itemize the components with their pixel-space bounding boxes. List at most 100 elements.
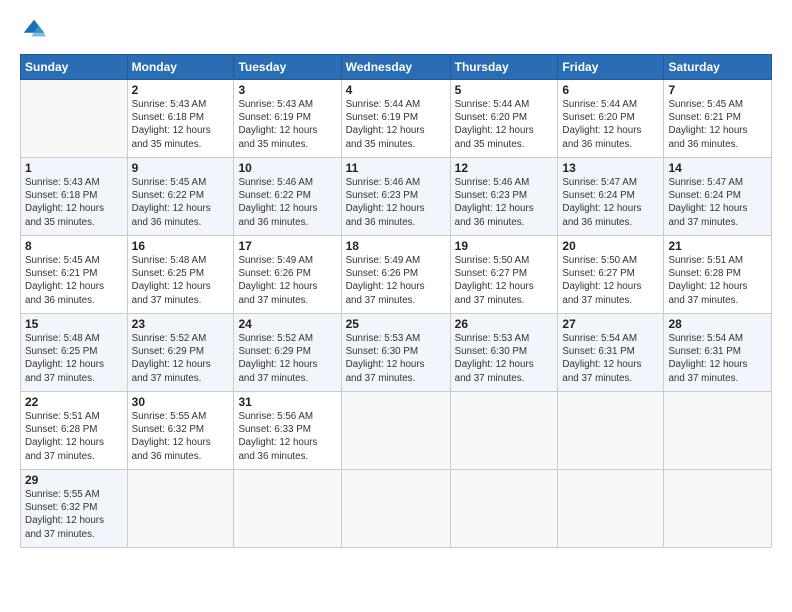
calendar-cell bbox=[558, 470, 664, 548]
day-info: Sunrise: 5:54 AM Sunset: 6:31 PM Dayligh… bbox=[562, 332, 659, 385]
day-number: 5 bbox=[455, 83, 554, 97]
day-info: Sunrise: 5:44 AM Sunset: 6:20 PM Dayligh… bbox=[455, 98, 554, 151]
day-info: Sunrise: 5:48 AM Sunset: 6:25 PM Dayligh… bbox=[132, 254, 230, 307]
calendar-table: SundayMondayTuesdayWednesdayThursdayFrid… bbox=[20, 54, 772, 548]
logo bbox=[20, 16, 52, 44]
day-number: 27 bbox=[562, 317, 659, 331]
day-number: 7 bbox=[668, 83, 767, 97]
calendar-cell: 27Sunrise: 5:54 AM Sunset: 6:31 PM Dayli… bbox=[558, 314, 664, 392]
day-info: Sunrise: 5:49 AM Sunset: 6:26 PM Dayligh… bbox=[346, 254, 446, 307]
calendar-cell: 24Sunrise: 5:52 AM Sunset: 6:29 PM Dayli… bbox=[234, 314, 341, 392]
calendar-header-tuesday: Tuesday bbox=[234, 55, 341, 80]
calendar-cell bbox=[21, 80, 128, 158]
calendar-week-4: 15Sunrise: 5:48 AM Sunset: 6:25 PM Dayli… bbox=[21, 314, 772, 392]
day-info: Sunrise: 5:43 AM Sunset: 6:18 PM Dayligh… bbox=[25, 176, 123, 229]
day-number: 16 bbox=[132, 239, 230, 253]
calendar-cell bbox=[450, 470, 558, 548]
calendar-cell: 26Sunrise: 5:53 AM Sunset: 6:30 PM Dayli… bbox=[450, 314, 558, 392]
day-info: Sunrise: 5:44 AM Sunset: 6:19 PM Dayligh… bbox=[346, 98, 446, 151]
logo-icon bbox=[20, 16, 48, 44]
calendar-week-1: 2Sunrise: 5:43 AM Sunset: 6:18 PM Daylig… bbox=[21, 80, 772, 158]
day-number: 19 bbox=[455, 239, 554, 253]
page: SundayMondayTuesdayWednesdayThursdayFrid… bbox=[0, 0, 792, 612]
calendar-cell: 16Sunrise: 5:48 AM Sunset: 6:25 PM Dayli… bbox=[127, 236, 234, 314]
calendar-cell bbox=[341, 470, 450, 548]
day-number: 14 bbox=[668, 161, 767, 175]
calendar-cell: 8Sunrise: 5:45 AM Sunset: 6:21 PM Daylig… bbox=[21, 236, 128, 314]
day-number: 25 bbox=[346, 317, 446, 331]
day-number: 23 bbox=[132, 317, 230, 331]
day-number: 21 bbox=[668, 239, 767, 253]
day-number: 1 bbox=[25, 161, 123, 175]
day-info: Sunrise: 5:47 AM Sunset: 6:24 PM Dayligh… bbox=[668, 176, 767, 229]
calendar-cell bbox=[558, 392, 664, 470]
day-number: 4 bbox=[346, 83, 446, 97]
day-number: 10 bbox=[238, 161, 336, 175]
day-number: 3 bbox=[238, 83, 336, 97]
day-number: 31 bbox=[238, 395, 336, 409]
day-info: Sunrise: 5:45 AM Sunset: 6:21 PM Dayligh… bbox=[25, 254, 123, 307]
calendar-week-3: 8Sunrise: 5:45 AM Sunset: 6:21 PM Daylig… bbox=[21, 236, 772, 314]
day-info: Sunrise: 5:46 AM Sunset: 6:23 PM Dayligh… bbox=[346, 176, 446, 229]
calendar-cell: 15Sunrise: 5:48 AM Sunset: 6:25 PM Dayli… bbox=[21, 314, 128, 392]
calendar-header-sunday: Sunday bbox=[21, 55, 128, 80]
calendar-cell bbox=[664, 392, 772, 470]
calendar-cell: 9Sunrise: 5:45 AM Sunset: 6:22 PM Daylig… bbox=[127, 158, 234, 236]
calendar-cell: 4Sunrise: 5:44 AM Sunset: 6:19 PM Daylig… bbox=[341, 80, 450, 158]
calendar-cell: 1Sunrise: 5:43 AM Sunset: 6:18 PM Daylig… bbox=[21, 158, 128, 236]
calendar-week-6: 29Sunrise: 5:55 AM Sunset: 6:32 PM Dayli… bbox=[21, 470, 772, 548]
calendar-cell: 5Sunrise: 5:44 AM Sunset: 6:20 PM Daylig… bbox=[450, 80, 558, 158]
calendar-header-friday: Friday bbox=[558, 55, 664, 80]
calendar-cell: 23Sunrise: 5:52 AM Sunset: 6:29 PM Dayli… bbox=[127, 314, 234, 392]
calendar-cell: 10Sunrise: 5:46 AM Sunset: 6:22 PM Dayli… bbox=[234, 158, 341, 236]
day-info: Sunrise: 5:49 AM Sunset: 6:26 PM Dayligh… bbox=[238, 254, 336, 307]
header bbox=[20, 16, 772, 44]
day-info: Sunrise: 5:46 AM Sunset: 6:22 PM Dayligh… bbox=[238, 176, 336, 229]
day-number: 20 bbox=[562, 239, 659, 253]
calendar-cell: 18Sunrise: 5:49 AM Sunset: 6:26 PM Dayli… bbox=[341, 236, 450, 314]
day-number: 11 bbox=[346, 161, 446, 175]
day-number: 29 bbox=[25, 473, 123, 487]
calendar-week-2: 1Sunrise: 5:43 AM Sunset: 6:18 PM Daylig… bbox=[21, 158, 772, 236]
day-number: 24 bbox=[238, 317, 336, 331]
calendar-cell: 12Sunrise: 5:46 AM Sunset: 6:23 PM Dayli… bbox=[450, 158, 558, 236]
calendar-header-thursday: Thursday bbox=[450, 55, 558, 80]
day-info: Sunrise: 5:45 AM Sunset: 6:21 PM Dayligh… bbox=[668, 98, 767, 151]
calendar-cell: 21Sunrise: 5:51 AM Sunset: 6:28 PM Dayli… bbox=[664, 236, 772, 314]
day-info: Sunrise: 5:51 AM Sunset: 6:28 PM Dayligh… bbox=[668, 254, 767, 307]
day-info: Sunrise: 5:50 AM Sunset: 6:27 PM Dayligh… bbox=[455, 254, 554, 307]
calendar-cell bbox=[127, 470, 234, 548]
day-number: 9 bbox=[132, 161, 230, 175]
day-number: 17 bbox=[238, 239, 336, 253]
calendar-cell: 2Sunrise: 5:43 AM Sunset: 6:18 PM Daylig… bbox=[127, 80, 234, 158]
calendar-cell: 22Sunrise: 5:51 AM Sunset: 6:28 PM Dayli… bbox=[21, 392, 128, 470]
day-info: Sunrise: 5:52 AM Sunset: 6:29 PM Dayligh… bbox=[132, 332, 230, 385]
calendar-cell: 29Sunrise: 5:55 AM Sunset: 6:32 PM Dayli… bbox=[21, 470, 128, 548]
day-info: Sunrise: 5:47 AM Sunset: 6:24 PM Dayligh… bbox=[562, 176, 659, 229]
calendar-cell: 7Sunrise: 5:45 AM Sunset: 6:21 PM Daylig… bbox=[664, 80, 772, 158]
day-number: 8 bbox=[25, 239, 123, 253]
day-info: Sunrise: 5:51 AM Sunset: 6:28 PM Dayligh… bbox=[25, 410, 123, 463]
day-info: Sunrise: 5:55 AM Sunset: 6:32 PM Dayligh… bbox=[25, 488, 123, 541]
day-info: Sunrise: 5:48 AM Sunset: 6:25 PM Dayligh… bbox=[25, 332, 123, 385]
calendar-header-wednesday: Wednesday bbox=[341, 55, 450, 80]
day-number: 6 bbox=[562, 83, 659, 97]
day-number: 18 bbox=[346, 239, 446, 253]
day-info: Sunrise: 5:52 AM Sunset: 6:29 PM Dayligh… bbox=[238, 332, 336, 385]
day-info: Sunrise: 5:56 AM Sunset: 6:33 PM Dayligh… bbox=[238, 410, 336, 463]
calendar-cell: 14Sunrise: 5:47 AM Sunset: 6:24 PM Dayli… bbox=[664, 158, 772, 236]
calendar-cell: 20Sunrise: 5:50 AM Sunset: 6:27 PM Dayli… bbox=[558, 236, 664, 314]
calendar-cell: 3Sunrise: 5:43 AM Sunset: 6:19 PM Daylig… bbox=[234, 80, 341, 158]
day-number: 15 bbox=[25, 317, 123, 331]
calendar-cell: 19Sunrise: 5:50 AM Sunset: 6:27 PM Dayli… bbox=[450, 236, 558, 314]
day-number: 30 bbox=[132, 395, 230, 409]
calendar-cell: 30Sunrise: 5:55 AM Sunset: 6:32 PM Dayli… bbox=[127, 392, 234, 470]
calendar-cell bbox=[664, 470, 772, 548]
day-info: Sunrise: 5:55 AM Sunset: 6:32 PM Dayligh… bbox=[132, 410, 230, 463]
calendar-header-monday: Monday bbox=[127, 55, 234, 80]
day-info: Sunrise: 5:53 AM Sunset: 6:30 PM Dayligh… bbox=[346, 332, 446, 385]
day-info: Sunrise: 5:53 AM Sunset: 6:30 PM Dayligh… bbox=[455, 332, 554, 385]
calendar-cell bbox=[341, 392, 450, 470]
day-info: Sunrise: 5:50 AM Sunset: 6:27 PM Dayligh… bbox=[562, 254, 659, 307]
calendar-week-5: 22Sunrise: 5:51 AM Sunset: 6:28 PM Dayli… bbox=[21, 392, 772, 470]
